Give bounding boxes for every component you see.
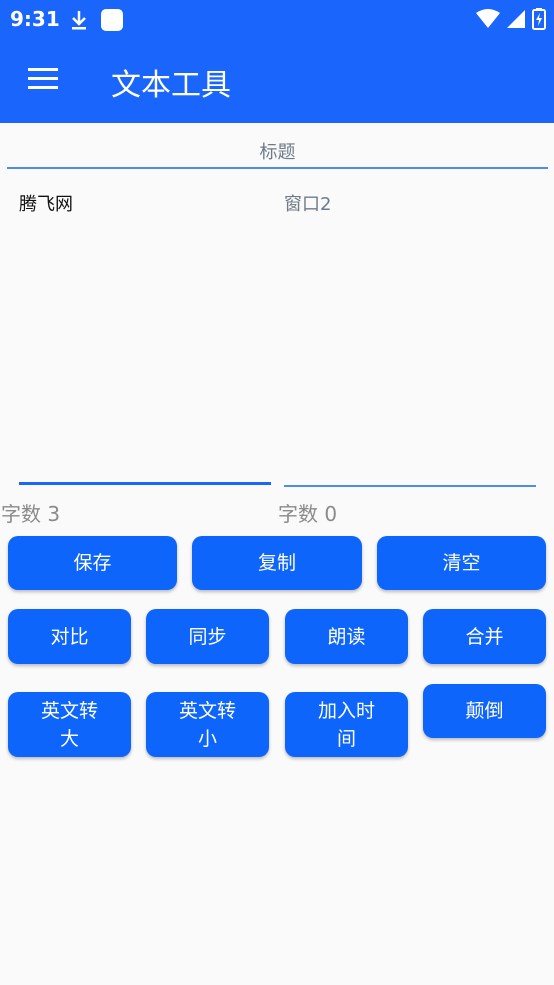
- signal-icon: [507, 10, 525, 28]
- merge-button[interactable]: 合并: [423, 609, 546, 664]
- to-lowercase-label-line2: 小: [197, 727, 217, 750]
- clear-button[interactable]: 清空: [377, 536, 546, 590]
- sync-button[interactable]: 同步: [146, 609, 269, 664]
- to-uppercase-label-line2: 大: [59, 727, 79, 750]
- battery-charging-icon: [532, 8, 546, 30]
- editor-window-2[interactable]: [284, 190, 536, 487]
- editor-window-1[interactable]: 腾飞网: [19, 190, 271, 485]
- to-lowercase-label-line1: 英文转: [178, 699, 236, 722]
- wifi-icon: [476, 9, 500, 28]
- app-title: 文本工具: [111, 68, 231, 103]
- app-bar: 文本工具: [0, 38, 554, 123]
- status-time: 9:31: [10, 7, 60, 31]
- status-bar: 9:31: [0, 0, 554, 38]
- insert-time-label-line2: 间: [336, 727, 356, 750]
- to-lowercase-button[interactable]: 英文转 小: [146, 692, 269, 757]
- to-uppercase-label-line1: 英文转: [40, 699, 98, 722]
- insert-time-button[interactable]: 加入时 间: [285, 692, 408, 757]
- reverse-button[interactable]: 颠倒: [423, 684, 546, 738]
- menu-icon[interactable]: [22, 62, 66, 100]
- to-uppercase-button[interactable]: 英文转 大: [8, 692, 131, 757]
- insert-time-label-line1: 加入时: [317, 699, 375, 722]
- read-aloud-button[interactable]: 朗读: [285, 609, 408, 664]
- download-icon: [72, 11, 86, 30]
- title-input[interactable]: [7, 137, 548, 169]
- save-button[interactable]: 保存: [8, 536, 177, 590]
- char-count-right: 字数 0: [278, 502, 338, 526]
- compare-button[interactable]: 对比: [8, 609, 131, 664]
- char-count-left: 字数 3: [1, 502, 61, 526]
- copy-button[interactable]: 复制: [192, 536, 362, 590]
- app-notification-icon: [101, 9, 123, 31]
